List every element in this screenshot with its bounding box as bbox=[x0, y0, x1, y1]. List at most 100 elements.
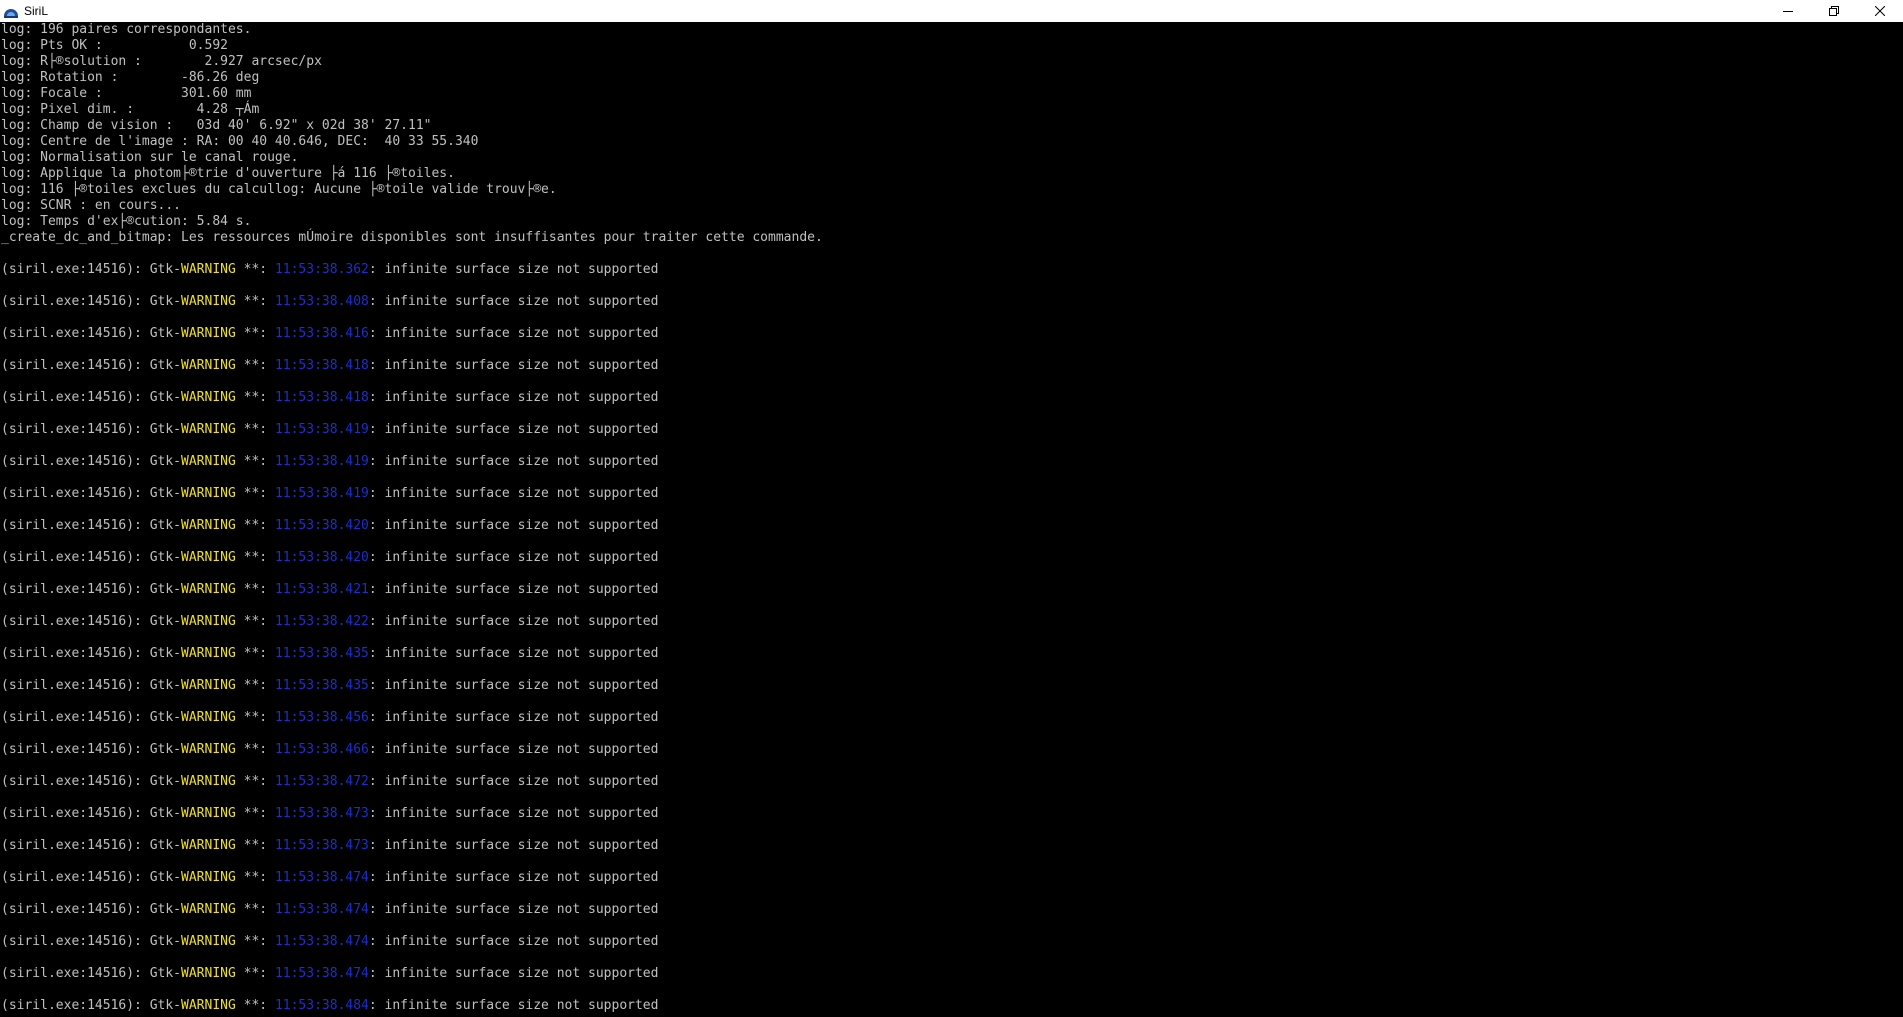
warning-message: : infinite surface size not supported bbox=[368, 582, 659, 597]
warning-timestamp: 11:53:38.419 bbox=[274, 422, 369, 437]
title-bar[interactable]: SiriL bbox=[0, 0, 1903, 22]
warning-timestamp: 11:53:38.484 bbox=[274, 998, 369, 1013]
minimize-button[interactable] bbox=[1765, 0, 1811, 22]
warning-timestamp: 11:53:38.473 bbox=[274, 838, 369, 853]
warning-separator: **: bbox=[235, 934, 275, 949]
gtk-warning-line: (siril.exe:14516): Gtk-WARNING **: 11:53… bbox=[1, 390, 1903, 406]
warning-level: WARNING bbox=[181, 518, 236, 533]
minimize-icon bbox=[1783, 11, 1793, 12]
gtk-warning-line: (siril.exe:14516): Gtk-WARNING **: 11:53… bbox=[1, 966, 1903, 982]
warning-separator: **: bbox=[235, 454, 275, 469]
warning-prefix: (siril.exe:14516): Gtk- bbox=[1, 486, 182, 501]
warning-prefix: (siril.exe:14516): Gtk- bbox=[1, 262, 182, 277]
warning-level: WARNING bbox=[181, 678, 236, 693]
warning-prefix: (siril.exe:14516): Gtk- bbox=[1, 838, 182, 853]
warning-message: : infinite surface size not supported bbox=[368, 998, 659, 1013]
warning-prefix: (siril.exe:14516): Gtk- bbox=[1, 614, 182, 629]
warning-prefix: (siril.exe:14516): Gtk- bbox=[1, 710, 182, 725]
log-line: log: 196 paires correspondantes. bbox=[1, 22, 252, 37]
warning-timestamp: 11:53:38.473 bbox=[274, 806, 369, 821]
warning-prefix: (siril.exe:14516): Gtk- bbox=[1, 806, 182, 821]
warning-level: WARNING bbox=[181, 262, 236, 277]
warning-separator: **: bbox=[235, 902, 275, 917]
warning-timestamp: 11:53:38.418 bbox=[274, 358, 369, 373]
window-controls bbox=[1765, 0, 1903, 22]
warning-prefix: (siril.exe:14516): Gtk- bbox=[1, 390, 182, 405]
gtk-warning-line: (siril.exe:14516): Gtk-WARNING **: 11:53… bbox=[1, 678, 1903, 694]
warning-level: WARNING bbox=[181, 294, 236, 309]
warning-level: WARNING bbox=[181, 486, 236, 501]
warning-prefix: (siril.exe:14516): Gtk- bbox=[1, 742, 182, 757]
warning-timestamp: 11:53:38.362 bbox=[274, 262, 369, 277]
warning-message: : infinite surface size not supported bbox=[368, 966, 659, 981]
warning-prefix: (siril.exe:14516): Gtk- bbox=[1, 294, 182, 309]
warning-message: : infinite surface size not supported bbox=[368, 358, 659, 373]
warning-message: : infinite surface size not supported bbox=[368, 326, 659, 341]
warning-prefix: (siril.exe:14516): Gtk- bbox=[1, 582, 182, 597]
close-button[interactable] bbox=[1857, 0, 1903, 22]
warning-message: : infinite surface size not supported bbox=[368, 646, 659, 661]
warning-prefix: (siril.exe:14516): Gtk- bbox=[1, 550, 182, 565]
restore-button[interactable] bbox=[1811, 0, 1857, 22]
gtk-warning-line: (siril.exe:14516): Gtk-WARNING **: 11:53… bbox=[1, 614, 1903, 630]
gtk-warning-line: (siril.exe:14516): Gtk-WARNING **: 11:53… bbox=[1, 646, 1903, 662]
warning-message: : infinite surface size not supported bbox=[368, 710, 659, 725]
warning-separator: **: bbox=[235, 678, 275, 693]
warning-level: WARNING bbox=[181, 326, 236, 341]
warning-level: WARNING bbox=[181, 966, 236, 981]
warning-level: WARNING bbox=[181, 934, 236, 949]
warning-separator: **: bbox=[235, 326, 275, 341]
warning-timestamp: 11:53:38.421 bbox=[274, 582, 369, 597]
log-line: log: Champ de vision : 03d 40' 6.92" x 0… bbox=[1, 118, 432, 133]
warning-timestamp: 11:53:38.472 bbox=[274, 774, 369, 789]
gtk-warning-line: (siril.exe:14516): Gtk-WARNING **: 11:53… bbox=[1, 806, 1903, 822]
warning-timestamp: 11:53:38.416 bbox=[274, 326, 369, 341]
warning-separator: **: bbox=[235, 806, 275, 821]
warning-separator: **: bbox=[235, 390, 275, 405]
gtk-warning-line: (siril.exe:14516): Gtk-WARNING **: 11:53… bbox=[1, 454, 1903, 470]
warning-prefix: (siril.exe:14516): Gtk- bbox=[1, 870, 182, 885]
warning-separator: **: bbox=[235, 838, 275, 853]
warning-separator: **: bbox=[235, 998, 275, 1013]
gtk-warning-line: (siril.exe:14516): Gtk-WARNING **: 11:53… bbox=[1, 742, 1903, 758]
log-line: log: Rotation : -86.26 deg bbox=[1, 70, 260, 85]
warning-level: WARNING bbox=[181, 422, 236, 437]
warning-timestamp: 11:53:38.422 bbox=[274, 614, 369, 629]
warning-separator: **: bbox=[235, 422, 275, 437]
warning-message: : infinite surface size not supported bbox=[368, 486, 659, 501]
warning-level: WARNING bbox=[181, 838, 236, 853]
siril-console-window: SiriL log: 196 paires correspondantes. l… bbox=[0, 0, 1903, 1017]
warning-timestamp: 11:53:38.408 bbox=[274, 294, 369, 309]
warning-prefix: (siril.exe:14516): Gtk- bbox=[1, 326, 182, 341]
warning-separator: **: bbox=[235, 486, 275, 501]
warning-message: : infinite surface size not supported bbox=[368, 742, 659, 757]
warning-prefix: (siril.exe:14516): Gtk- bbox=[1, 966, 182, 981]
warning-level: WARNING bbox=[181, 646, 236, 661]
console-output[interactable]: log: 196 paires correspondantes. log: Pts… bbox=[0, 22, 1903, 1017]
warning-message: : infinite surface size not supported bbox=[368, 838, 659, 853]
warning-message: : infinite surface size not supported bbox=[368, 550, 659, 565]
warning-timestamp: 11:53:38.474 bbox=[274, 902, 369, 917]
warning-separator: **: bbox=[235, 582, 275, 597]
warning-level: WARNING bbox=[181, 710, 236, 725]
warning-timestamp: 11:53:38.419 bbox=[274, 486, 369, 501]
warning-timestamp: 11:53:38.474 bbox=[274, 934, 369, 949]
warning-prefix: (siril.exe:14516): Gtk- bbox=[1, 678, 182, 693]
warning-separator: **: bbox=[235, 550, 275, 565]
warning-message: : infinite surface size not supported bbox=[368, 902, 659, 917]
gtk-warning-line: (siril.exe:14516): Gtk-WARNING **: 11:53… bbox=[1, 486, 1903, 502]
log-line: log: Normalisation sur le canal rouge. bbox=[1, 150, 299, 165]
